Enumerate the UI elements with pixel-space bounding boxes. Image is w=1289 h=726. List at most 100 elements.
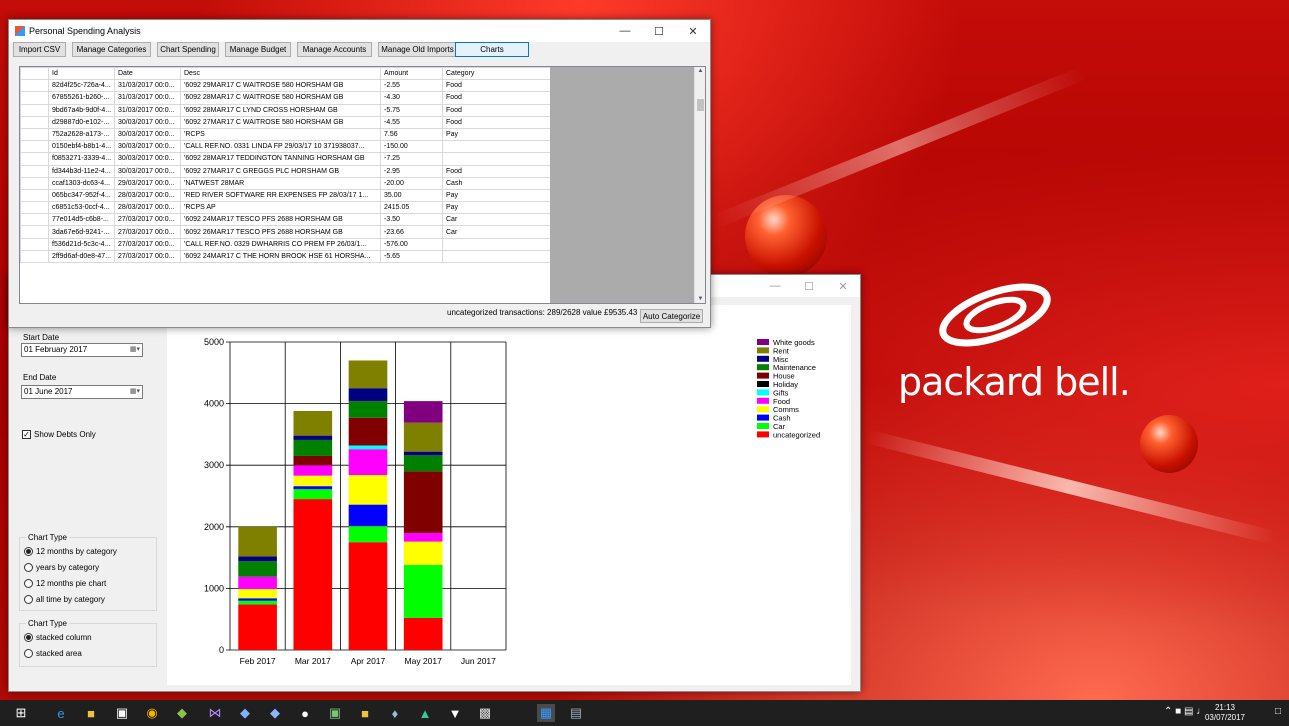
row-selector[interactable] <box>20 164 49 178</box>
app-icon[interactable]: ▣ <box>326 704 344 722</box>
app-icon[interactable]: ◆ <box>173 704 191 722</box>
row-selector[interactable] <box>20 115 49 129</box>
app-icon[interactable]: ▤ <box>567 704 585 722</box>
file-explorer-icon[interactable]: ■ <box>82 704 100 722</box>
table-cell[interactable]: Pay <box>442 188 550 203</box>
start-date-picker[interactable]: 01 February 2017 ▦▾ <box>21 343 143 357</box>
table-cell[interactable]: 35.00 <box>380 188 443 203</box>
table-cell[interactable]: '6092 27MAR17 C GREGGS PLC HORSHAM GB <box>180 164 381 178</box>
table-cell[interactable] <box>442 152 550 166</box>
app-icon[interactable]: ◆ <box>266 704 284 722</box>
table-cell[interactable]: 27/03/2017 00:0... <box>114 213 181 227</box>
table-cell[interactable]: Car <box>442 225 550 239</box>
app-icon[interactable]: ● <box>296 704 314 722</box>
table-row[interactable]: 9bd67a4b-9d0f-4... 31/03/2017 00:0... '609… <box>20 103 550 117</box>
minimize-icon[interactable]: — <box>758 275 792 297</box>
table-cell[interactable]: 'RED RIVER SOFTWARE RR EXPENSES FP 28/03… <box>180 188 381 203</box>
table-cell[interactable]: '6092 26MAR17 TESCO PFS 2688 HORSHAM GB <box>180 225 381 239</box>
radio-12-months-category[interactable]: 12 months by category <box>24 547 117 556</box>
table-cell[interactable]: 7.56 <box>380 127 443 142</box>
table-cell[interactable]: 27/03/2017 00:0... <box>114 249 181 264</box>
manage-categories-button[interactable]: Manage Categories <box>72 42 151 57</box>
column-header[interactable]: Amount <box>380 67 443 81</box>
table-cell[interactable]: 31/03/2017 00:0... <box>114 103 181 117</box>
table-cell[interactable]: Pay <box>442 201 550 215</box>
table-cell[interactable]: 'RCPS AP <box>180 201 381 215</box>
minimize-icon[interactable]: — <box>608 20 642 42</box>
table-cell[interactable]: f0853271-3339-4... <box>48 152 115 166</box>
table-cell[interactable]: -5.65 <box>380 249 443 264</box>
table-cell[interactable]: 67855261-b260-... <box>48 91 115 105</box>
column-header[interactable] <box>20 67 49 81</box>
table-cell[interactable]: 3da67e6d-9241-... <box>48 225 115 239</box>
row-selector[interactable] <box>20 188 49 203</box>
app-icon[interactable]: ▲ <box>416 704 434 722</box>
table-cell[interactable]: Food <box>442 115 550 129</box>
scrollbar-thumb[interactable] <box>697 99 704 111</box>
app-icon[interactable]: ■ <box>356 704 374 722</box>
table-cell[interactable]: 30/03/2017 00:0... <box>114 164 181 178</box>
table-cell[interactable]: '6092 24MAR17 C THE HORN BROOK HSE 61 HO… <box>180 249 381 264</box>
table-cell[interactable]: Cash <box>442 176 550 190</box>
row-selector[interactable] <box>20 140 49 154</box>
row-selector[interactable] <box>20 103 49 117</box>
table-cell[interactable]: d29887d0-e102-... <box>48 115 115 129</box>
manage-budget-button[interactable]: Manage Budget <box>225 42 291 57</box>
table-cell[interactable]: 'RCPS <box>180 127 381 142</box>
table-cell[interactable]: ccaf1303-dc63-4... <box>48 176 115 190</box>
table-row[interactable]: f0853271-3339-4... 30/03/2017 00:0... '609… <box>20 152 550 166</box>
table-cell[interactable]: '6092 27MAR17 C WAITROSE 580 HORSHAM GB <box>180 115 381 129</box>
table-cell[interactable]: -576.00 <box>380 237 443 251</box>
column-header[interactable]: Id <box>48 67 115 81</box>
table-cell[interactable]: '6092 28MAR17 TEDDINGTON TANNING HORSHAM… <box>180 152 381 166</box>
table-cell[interactable]: 'CALL REF.NO. 0329 DWHARRIS CO PREM FP 2… <box>180 237 381 251</box>
column-header[interactable]: Date <box>114 67 181 81</box>
table-cell[interactable]: Food <box>442 103 550 117</box>
app-icon[interactable]: ▩ <box>476 704 494 722</box>
table-cell[interactable]: -2.55 <box>380 79 443 93</box>
table-cell[interactable]: 9bd67a4b-9d0f-4... <box>48 103 115 117</box>
table-cell[interactable]: -5.75 <box>380 103 443 117</box>
table-cell[interactable]: -4.30 <box>380 91 443 105</box>
row-selector[interactable] <box>20 249 49 264</box>
table-cell[interactable]: -20.00 <box>380 176 443 190</box>
notification-icon[interactable]: □ <box>1275 706 1281 717</box>
app-icon[interactable]: ◆ <box>236 704 254 722</box>
table-row[interactable]: 0150ebf4-b8b1-4... 30/03/2017 00:0... 'CAL… <box>20 140 550 154</box>
scroll-up-icon[interactable]: ▲ <box>695 68 706 74</box>
table-row[interactable]: 67855261-b260-... 31/03/2017 00:0... '6092… <box>20 91 550 105</box>
edge-browser-icon[interactable]: e <box>52 704 70 722</box>
table-cell[interactable]: 29/03/2017 00:0... <box>114 176 181 190</box>
row-selector[interactable] <box>20 152 49 166</box>
row-selector[interactable] <box>20 201 49 215</box>
radio-12-months-pie[interactable]: 12 months pie chart <box>24 579 106 588</box>
table-cell[interactable]: Food <box>442 164 550 178</box>
table-cell[interactable]: -4.55 <box>380 115 443 129</box>
table-cell[interactable]: Food <box>442 79 550 93</box>
table-cell[interactable]: 'CALL REF.NO. 0331 LINDA FP 29/03/17 10 … <box>180 140 381 154</box>
end-date-picker[interactable]: 01 June 2017 ▦▾ <box>21 385 143 399</box>
table-cell[interactable]: 82d4f25c-726a-4... <box>48 79 115 93</box>
row-selector[interactable] <box>20 225 49 239</box>
table-cell[interactable]: Food <box>442 91 550 105</box>
table-cell[interactable]: 28/03/2017 00:0... <box>114 201 181 215</box>
table-cell[interactable]: 2ff9d6af-d0e8-47... <box>48 249 115 264</box>
table-cell[interactable]: -2.95 <box>380 164 443 178</box>
tray-icons[interactable]: ⌃ ■ ▤ ♩ <box>1164 706 1206 717</box>
table-row[interactable]: ccaf1303-dc63-4... 29/03/2017 00:0... 'NAT… <box>20 176 550 190</box>
table-row[interactable]: d29887d0-e102-... 30/03/2017 00:0... '6092… <box>20 115 550 129</box>
calendar-icon[interactable]: ▦▾ <box>130 387 140 395</box>
table-row[interactable]: c6851c53-0ccf-4... 28/03/2017 00:0... 'RCP… <box>20 201 550 215</box>
transactions-grid[interactable]: Id Date Desc Amount Category 82d4f25c-726a-4… <box>19 66 706 304</box>
store-icon[interactable]: ▣ <box>113 704 131 722</box>
table-row[interactable]: 2ff9d6af-d0e8-47... 27/03/2017 00:0... '60… <box>20 249 550 264</box>
radio-stacked-column[interactable]: stacked column <box>24 633 92 642</box>
table-cell[interactable]: 77e014d5-c6b8-... <box>48 213 115 227</box>
charts-button[interactable]: Charts <box>455 42 529 57</box>
show-debits-checkbox[interactable]: ✓ Show Debts Only <box>22 430 96 439</box>
radio-years-category[interactable]: years by category <box>24 563 99 572</box>
checkmark-icon[interactable]: ✓ <box>22 430 31 439</box>
table-cell[interactable]: -3.50 <box>380 213 443 227</box>
table-cell[interactable]: 752a2628-a173-... <box>48 127 115 142</box>
chart-spending-button[interactable]: Chart Spending <box>157 42 219 57</box>
